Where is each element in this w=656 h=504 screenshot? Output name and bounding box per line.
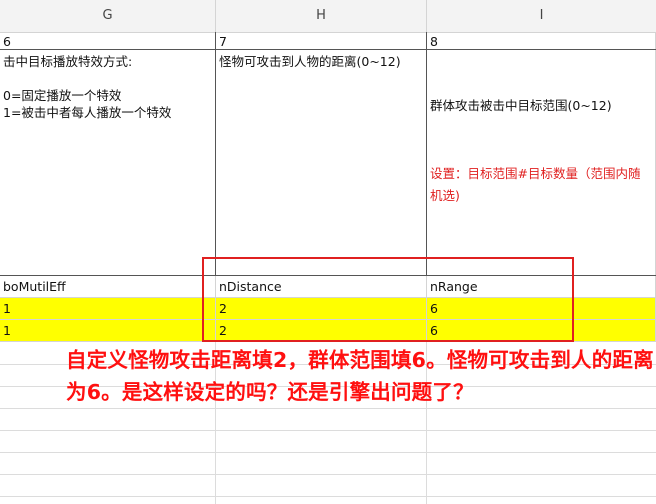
grid-line xyxy=(0,452,656,453)
cell-i-description-main: 群体攻击被击中目标范围(0~12) xyxy=(430,98,612,113)
grid-line xyxy=(0,408,656,409)
grid-line xyxy=(215,32,216,276)
grid-line xyxy=(0,474,656,475)
cell-g-row1[interactable]: 1 xyxy=(0,298,216,320)
column-header-bar: G H I xyxy=(0,0,656,33)
grid-line xyxy=(426,32,427,276)
cell-g-row2[interactable]: 1 xyxy=(0,320,216,342)
cell-h-index[interactable]: 7 xyxy=(216,32,427,50)
cell-g-index[interactable]: 6 xyxy=(0,32,216,50)
cell-h-description[interactable]: 怪物可攻击到人物的距离(0~12) xyxy=(216,50,427,276)
grid-line xyxy=(0,496,656,497)
annotation-text: 自定义怪物攻击距离填2，群体范围填6。怪物可攻击到人的距离为6。是这样设定的吗？… xyxy=(66,348,654,404)
cell-g-description[interactable]: 击中目标播放特效方式: 0=固定播放一个特效 1=被击中者每人播放一个特效 xyxy=(0,50,216,276)
grid-line xyxy=(0,430,656,431)
column-header-h[interactable]: H xyxy=(216,0,427,32)
cell-i-description[interactable]: 群体攻击被击中目标范围(0~12) 设置：目标范围#目标数量（范围内随机选) xyxy=(427,50,656,276)
grid-line xyxy=(0,49,656,50)
column-header-i[interactable]: I xyxy=(427,0,656,32)
cell-i-index[interactable]: 8 xyxy=(427,32,656,50)
column-header-g[interactable]: G xyxy=(0,0,216,32)
spreadsheet-grid: G H I 6 7 8 击中目标播放特效方式: 0=固定播放一个特效 1=被击中… xyxy=(0,0,656,504)
highlight-box xyxy=(202,257,574,342)
cell-i-description-note: 设置：目标范围#目标数量（范围内随机选) xyxy=(430,166,641,203)
cell-g-field-name[interactable]: boMutilEff xyxy=(0,276,216,298)
